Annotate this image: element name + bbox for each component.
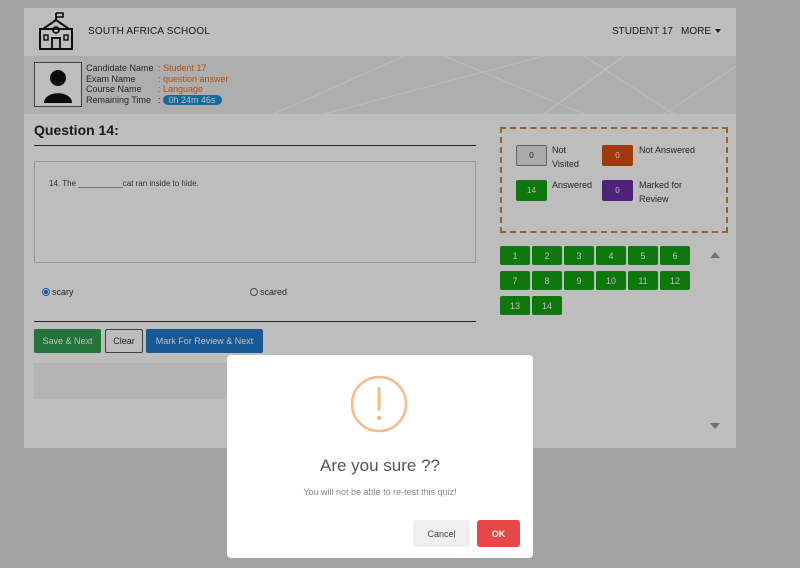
dialog-title: Are you sure ?? <box>319 456 440 475</box>
cancel-button[interactable]: Cancel <box>413 520 470 547</box>
warning-exclamation-icon <box>350 375 408 433</box>
dialog-message: You will not be able to re-test this qui… <box>303 487 457 497</box>
ok-button[interactable]: OK <box>477 520 520 547</box>
confirm-dialog: Are you sure ?? You will not be able to … <box>227 355 533 558</box>
